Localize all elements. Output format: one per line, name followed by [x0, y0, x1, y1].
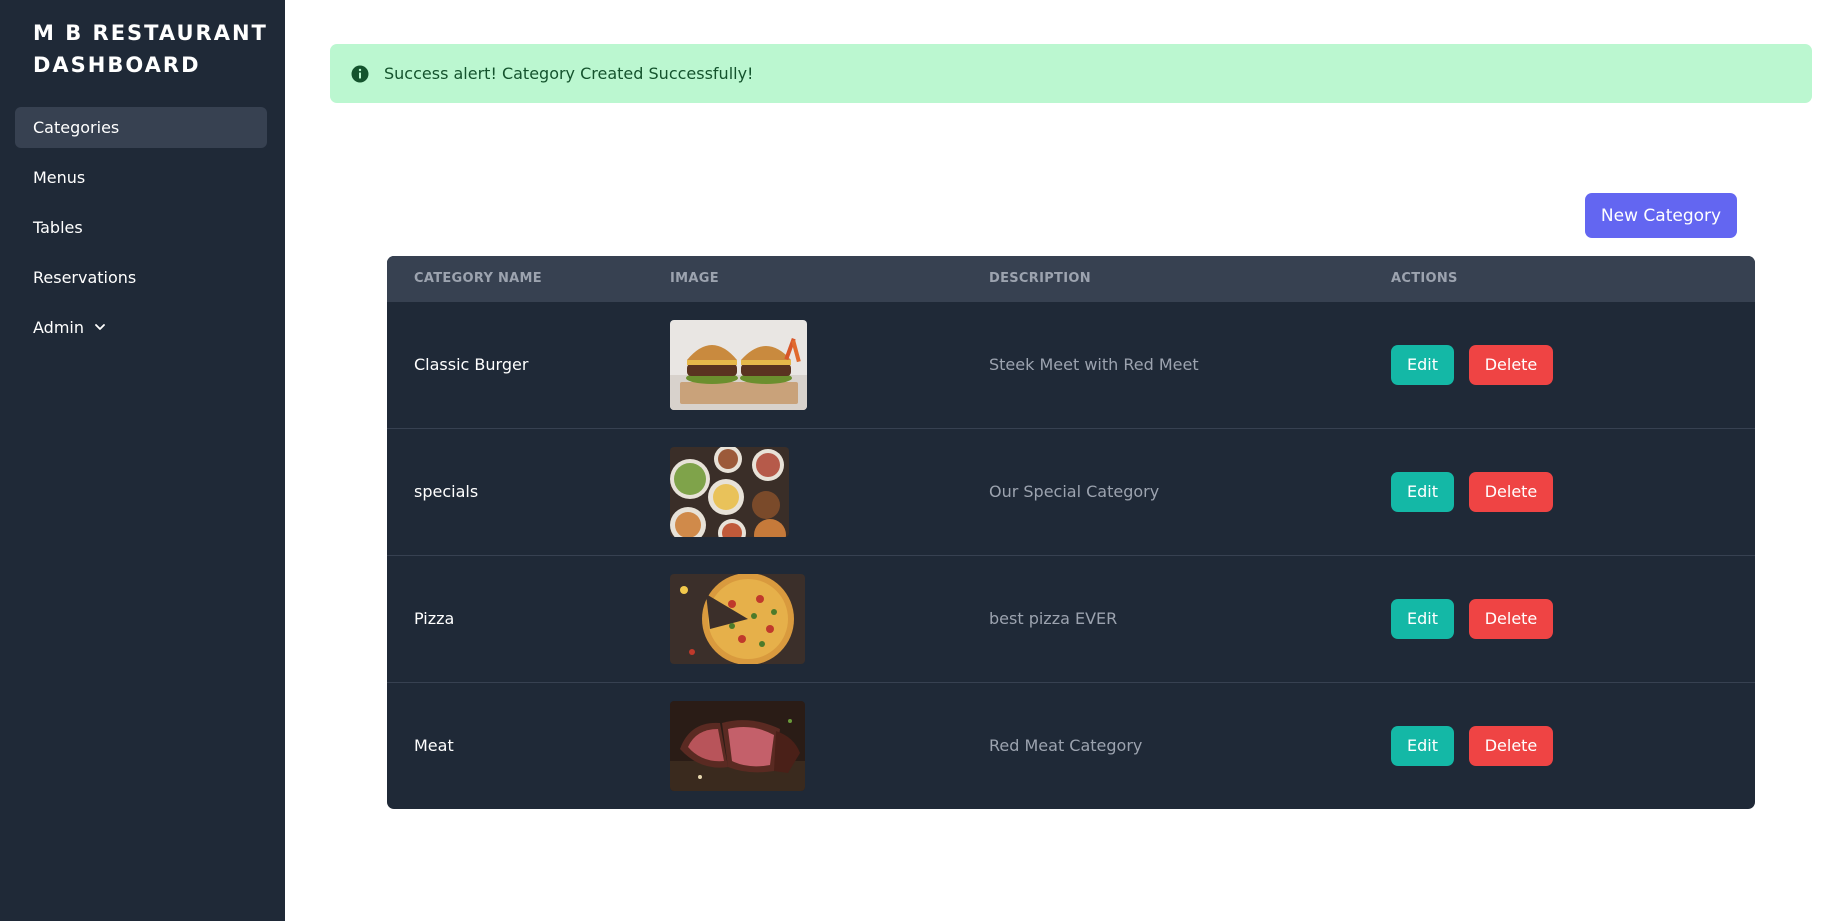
sidebar-item-label: Admin	[33, 318, 84, 337]
edit-button[interactable]: Edit	[1391, 344, 1454, 385]
sidebar-item-tables[interactable]: Tables	[15, 207, 267, 248]
delete-button[interactable]: Delete	[1469, 344, 1553, 385]
info-icon	[351, 65, 369, 83]
edit-button[interactable]: Edit	[1391, 598, 1454, 639]
meat-photo	[670, 700, 805, 791]
category-name: Meat	[414, 736, 454, 756]
sidebar-item-label: Categories	[33, 118, 120, 137]
sidebar-item-menus[interactable]: Menus	[15, 157, 267, 198]
category-description: Steek Meet with Red Meet	[989, 355, 1199, 374]
category-name: Classic Burger	[414, 355, 529, 374]
sidebar-item-admin[interactable]: Admin	[15, 307, 267, 348]
new-category-button[interactable]: New Category	[1585, 193, 1737, 238]
header-description: DESCRIPTION	[989, 270, 1091, 286]
brand-title: M B RESTAURANT DASHBOARD	[33, 17, 278, 81]
sidebar-item-label: Menus	[33, 168, 86, 187]
alert-text: Success alert! Category Created Successf…	[384, 64, 754, 83]
pizza-photo	[670, 573, 805, 664]
burger-photo	[670, 319, 807, 410]
header-image: IMAGE	[670, 270, 719, 286]
table-row: Meat Red Meat Category Edit Delete	[387, 682, 1755, 809]
table-row: specials Our Special Category Edit Delet…	[387, 428, 1755, 555]
delete-button[interactable]: Delete	[1469, 725, 1553, 766]
delete-button[interactable]: Delete	[1469, 598, 1553, 639]
sidebar-item-categories[interactable]: Categories	[15, 107, 267, 148]
sidebar: M B RESTAURANT DASHBOARD Categories Menu…	[0, 0, 285, 921]
categories-table: CATEGORY NAME IMAGE DESCRIPTION ACTIONS …	[387, 256, 1755, 809]
sidebar-item-label: Tables	[33, 218, 83, 237]
brand-line-1: M B RESTAURANT	[33, 21, 268, 45]
category-name: specials	[414, 482, 479, 501]
table-row: Pizza best pizza EVER Edit Delete	[387, 555, 1755, 682]
brand-line-2: DASHBOARD	[33, 53, 201, 77]
edit-button[interactable]: Edit	[1391, 725, 1454, 766]
header-category-name: CATEGORY NAME	[414, 270, 542, 286]
category-description: best pizza EVER	[989, 609, 1118, 628]
sidebar-item-label: Reservations	[33, 268, 137, 287]
table-row: Classic Burger Steek Meet with Red Meet …	[387, 301, 1755, 428]
success-alert: Success alert! Category Created Successf…	[330, 44, 1812, 103]
category-name: Pizza	[414, 609, 455, 628]
category-description: Red Meat Category	[989, 736, 1143, 756]
specials-photo	[670, 446, 789, 537]
edit-button[interactable]: Edit	[1391, 471, 1454, 512]
chevron-down-icon	[94, 322, 106, 334]
sidebar-nav: Categories Menus Tables Reservations Adm…	[15, 107, 267, 357]
category-description: Our Special Category	[989, 482, 1160, 501]
sidebar-item-reservations[interactable]: Reservations	[15, 257, 267, 298]
table-header-row: CATEGORY NAME IMAGE DESCRIPTION ACTIONS	[387, 256, 1755, 301]
header-actions: ACTIONS	[1391, 270, 1458, 286]
delete-button[interactable]: Delete	[1469, 471, 1553, 512]
